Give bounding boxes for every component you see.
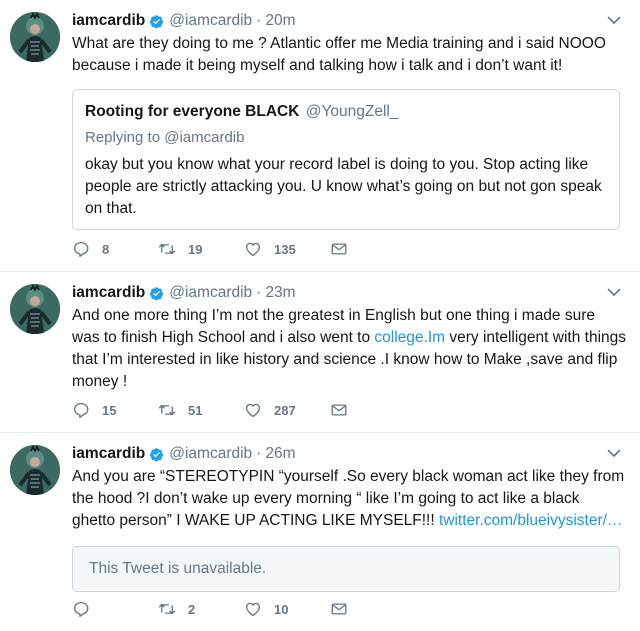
like-button[interactable]: 287 (244, 401, 330, 419)
retweet-button[interactable]: 19 (158, 240, 244, 258)
retweet-count: 51 (188, 402, 203, 418)
replying-to-label: Replying to (85, 129, 161, 146)
like-count: 10 (274, 601, 289, 617)
tweet-actions: 15 51 287 (72, 400, 348, 420)
tweet-link[interactable]: college.Im (374, 329, 445, 346)
separator: · (256, 284, 262, 301)
tweet-text: What are they doing to me ? Atlantic off… (72, 35, 611, 74)
like-count: 287 (274, 402, 296, 418)
tweet-text: And you are “STEREOTYPIN “yourself .So e… (72, 466, 626, 532)
like-button[interactable]: 10 (244, 600, 330, 618)
verified-badge-icon (149, 14, 164, 29)
avatar[interactable] (10, 12, 60, 62)
timestamp[interactable]: 20m (265, 11, 295, 31)
reply-icon (72, 240, 90, 258)
reply-count: 8 (102, 241, 110, 257)
retweet-icon (158, 600, 176, 618)
author-name[interactable]: iamcardib (72, 444, 145, 464)
retweet-icon (158, 240, 176, 258)
direct-message-button[interactable] (330, 600, 348, 618)
avatar[interactable] (10, 445, 60, 495)
author-handle[interactable]: @iamcardib (169, 11, 252, 31)
reply-icon (72, 401, 90, 419)
tweet-actions: 8 19 135 (72, 239, 348, 259)
chevron-down-icon[interactable] (606, 12, 622, 28)
tweet-header: iamcardib @iamcardib · 23m (72, 283, 626, 303)
tweet-header: iamcardib @iamcardib · 20m (72, 11, 626, 31)
tweet-link[interactable]: twitter.com/blueivysister/… (439, 512, 622, 529)
heart-icon (244, 240, 262, 258)
reply-button[interactable]: 8 (72, 240, 158, 258)
author-name[interactable]: iamcardib (72, 283, 145, 303)
quoted-tweet[interactable]: Rooting for everyone BLACK @YoungZell_ R… (72, 89, 620, 230)
retweet-button[interactable]: 51 (158, 401, 244, 419)
separator: · (256, 12, 262, 29)
timestamp[interactable]: 26m (265, 444, 295, 464)
tweet-text: And one more thing I’m not the greatest … (72, 305, 626, 393)
reply-button[interactable]: 15 (72, 401, 158, 419)
author-name[interactable]: iamcardib (72, 11, 145, 31)
reply-icon (72, 600, 90, 618)
heart-icon (244, 600, 262, 618)
direct-message-button[interactable] (330, 401, 348, 419)
retweet-count: 19 (188, 241, 203, 257)
separator: · (256, 445, 262, 462)
envelope-icon (330, 600, 348, 618)
retweet-icon (158, 401, 176, 419)
chevron-down-icon[interactable] (606, 445, 622, 461)
envelope-icon (330, 401, 348, 419)
replying-to: Replying to @iamcardib (85, 128, 607, 148)
quoted-tweet-header: Rooting for everyone BLACK @YoungZell_ (85, 102, 607, 122)
tweet[interactable]: iamcardib @iamcardib · 23m And one more … (0, 272, 640, 433)
like-button[interactable]: 135 (244, 240, 330, 258)
heart-icon (244, 401, 262, 419)
tweet[interactable]: iamcardib @iamcardib · 20m What are they… (0, 0, 640, 272)
like-count: 135 (274, 241, 296, 257)
author-handle[interactable]: @iamcardib (169, 444, 252, 464)
timestamp[interactable]: 23m (265, 283, 295, 303)
quoted-tweet-text: okay but you know what your record label… (85, 156, 602, 217)
replying-to-handle: @iamcardib (164, 129, 245, 146)
retweet-button[interactable]: 2 (158, 600, 244, 618)
verified-badge-icon (149, 286, 164, 301)
tweet[interactable]: iamcardib @iamcardib · 26m And you are “… (0, 433, 640, 631)
tweet-actions: 2 10 (72, 599, 348, 619)
envelope-icon (330, 240, 348, 258)
verified-badge-icon (149, 447, 164, 462)
avatar[interactable] (10, 284, 60, 334)
quoted-author-handle: @YoungZell_ (305, 103, 399, 120)
unavailable-tweet-message: This Tweet is unavailable. (89, 560, 267, 577)
tweet-header: iamcardib @iamcardib · 26m (72, 444, 626, 464)
quoted-author-name: Rooting for everyone BLACK (85, 103, 300, 120)
reply-count: 15 (102, 402, 117, 418)
author-handle[interactable]: @iamcardib (169, 283, 252, 303)
chevron-down-icon[interactable] (606, 284, 622, 300)
direct-message-button[interactable] (330, 240, 348, 258)
unavailable-tweet-card: This Tweet is unavailable. (72, 546, 620, 592)
retweet-count: 2 (188, 601, 196, 617)
reply-button[interactable] (72, 600, 158, 618)
